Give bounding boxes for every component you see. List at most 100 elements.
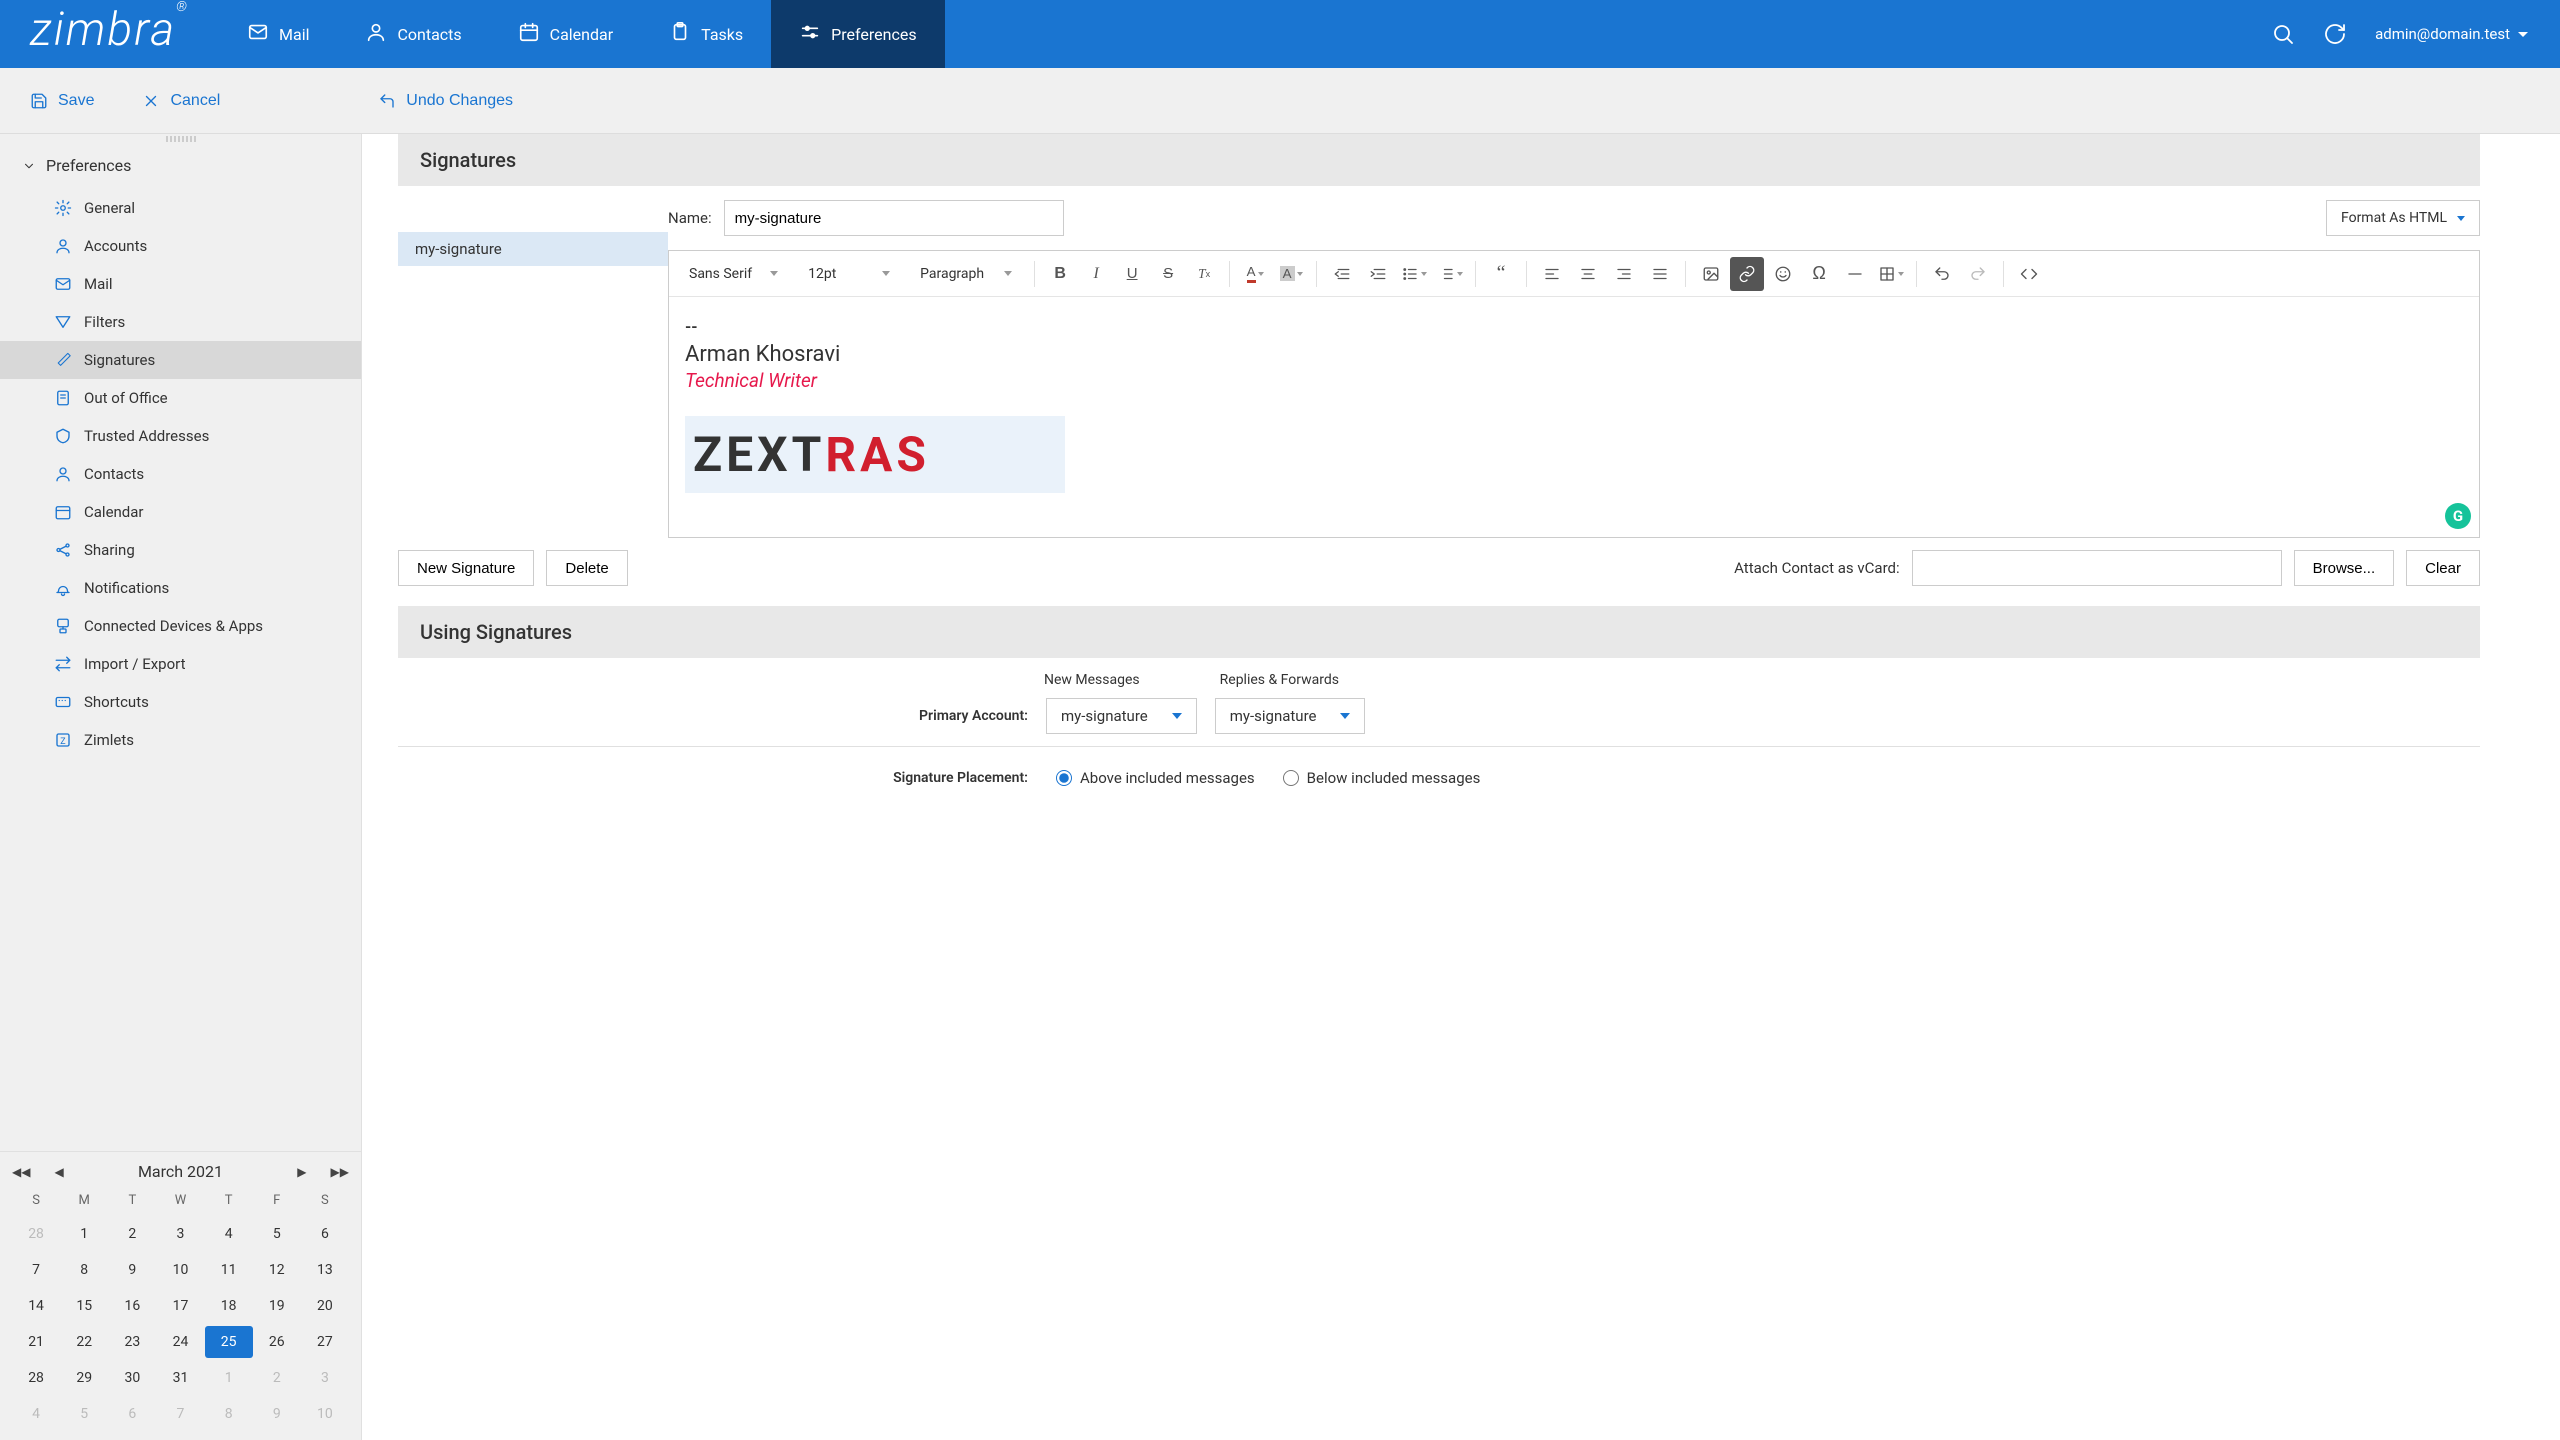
cal-day[interactable]: 28 [12,1218,60,1250]
editor-content[interactable]: -- Arman Khosravi Technical Writer ZEXTR… [669,297,2479,537]
cal-day[interactable]: 15 [60,1290,108,1322]
bullet-list-icon[interactable] [1397,257,1431,291]
horizontal-rule-icon[interactable] [1838,257,1872,291]
indent-increase-icon[interactable] [1361,257,1395,291]
cal-day[interactable]: 7 [12,1254,60,1286]
new-message-signature-select[interactable]: my-signature [1046,698,1197,734]
clear-button[interactable]: Clear [2406,550,2480,586]
new-signature-button[interactable]: New Signature [398,550,534,586]
cal-day[interactable]: 8 [205,1398,253,1430]
cal-day[interactable]: 30 [108,1362,156,1394]
text-color-icon[interactable]: A [1238,257,1272,291]
special-char-icon[interactable]: Ω [1802,257,1836,291]
cal-day[interactable]: 8 [60,1254,108,1286]
cal-day[interactable]: 18 [205,1290,253,1322]
cal-day[interactable]: 7 [156,1398,204,1430]
cal-next-year-icon[interactable]: ▶▶ [331,1165,349,1179]
cal-day[interactable]: 5 [253,1218,301,1250]
indent-decrease-icon[interactable] [1325,257,1359,291]
sidebar-item-import-export[interactable]: Import / Export [0,645,361,683]
cal-day[interactable]: 22 [60,1326,108,1358]
placement-above-radio[interactable]: Above included messages [1056,769,1255,787]
search-icon[interactable] [2271,22,2295,46]
cal-day[interactable]: 24 [156,1326,204,1358]
cal-day[interactable]: 16 [108,1290,156,1322]
cal-day[interactable]: 29 [60,1362,108,1394]
placement-below-radio[interactable]: Below included messages [1283,769,1481,787]
signature-name-input[interactable] [724,200,1064,236]
sidebar-item-signatures[interactable]: Signatures [0,341,361,379]
cal-day[interactable]: 17 [156,1290,204,1322]
refresh-icon[interactable] [2323,22,2347,46]
tab-preferences[interactable]: Preferences [771,0,944,68]
cal-day[interactable]: 3 [301,1362,349,1394]
cal-day[interactable]: 10 [156,1254,204,1286]
align-left-icon[interactable] [1535,257,1569,291]
sidebar-item-out-of-office[interactable]: Out of Office [0,379,361,417]
grammarly-icon[interactable]: G [2445,503,2471,529]
signature-list-item[interactable]: my-signature [398,232,668,266]
cal-day[interactable]: 13 [301,1254,349,1286]
sidebar-root-preferences[interactable]: Preferences [0,142,361,189]
italic-icon[interactable]: I [1079,257,1113,291]
reply-signature-select[interactable]: my-signature [1215,698,1366,734]
cal-day[interactable]: 6 [108,1398,156,1430]
sidebar-item-connected-devices-apps[interactable]: Connected Devices & Apps [0,607,361,645]
format-select[interactable]: Format As HTML [2326,200,2480,236]
undo-icon[interactable] [1925,257,1959,291]
highlight-color-icon[interactable]: A [1274,257,1308,291]
sidebar-item-trusted-addresses[interactable]: Trusted Addresses [0,417,361,455]
cal-day[interactable]: 26 [253,1326,301,1358]
align-right-icon[interactable] [1607,257,1641,291]
font-family-select[interactable]: Sans Serif [675,251,792,296]
sidebar-item-notifications[interactable]: Notifications [0,569,361,607]
cal-day[interactable]: 5 [60,1398,108,1430]
cal-day[interactable]: 21 [12,1326,60,1358]
cal-day[interactable]: 19 [253,1290,301,1322]
cal-day[interactable]: 2 [108,1218,156,1250]
save-button[interactable]: Save [30,92,94,110]
cal-day[interactable]: 9 [108,1254,156,1286]
cal-day[interactable]: 4 [205,1218,253,1250]
undo-changes-button[interactable]: Undo Changes [378,92,513,110]
strikethrough-icon[interactable]: S [1151,257,1185,291]
cal-day[interactable]: 4 [12,1398,60,1430]
tab-calendar[interactable]: Calendar [490,0,641,68]
sidebar-item-calendar[interactable]: Calendar [0,493,361,531]
sidebar-item-general[interactable]: General [0,189,361,227]
image-icon[interactable] [1694,257,1728,291]
sidebar-item-shortcuts[interactable]: Shortcuts [0,683,361,721]
align-justify-icon[interactable] [1643,257,1677,291]
clear-format-icon[interactable]: Tx [1187,257,1221,291]
table-icon[interactable] [1874,257,1908,291]
tab-contacts[interactable]: Contacts [337,0,489,68]
cal-day[interactable]: 20 [301,1290,349,1322]
cal-prev-year-icon[interactable]: ◀◀ [12,1165,30,1179]
cal-day[interactable]: 2 [253,1362,301,1394]
cal-day[interactable]: 23 [108,1326,156,1358]
code-view-icon[interactable] [2012,257,2046,291]
align-center-icon[interactable] [1571,257,1605,291]
user-menu[interactable]: admin@domain.test [2375,25,2528,43]
sidebar-item-mail[interactable]: Mail [0,265,361,303]
cal-day[interactable]: 3 [156,1218,204,1250]
tab-tasks[interactable]: Tasks [641,0,771,68]
browse-button[interactable]: Browse... [2294,550,2395,586]
cal-day[interactable]: 6 [301,1218,349,1250]
blockquote-icon[interactable]: “ [1484,257,1518,291]
font-size-select[interactable]: 12pt [794,251,904,296]
cal-next-month-icon[interactable]: ▶ [297,1165,306,1179]
link-icon[interactable] [1730,257,1764,291]
cal-day[interactable]: 27 [301,1326,349,1358]
cal-day[interactable]: 11 [205,1254,253,1286]
sidebar-item-accounts[interactable]: Accounts [0,227,361,265]
underline-icon[interactable]: U [1115,257,1149,291]
cal-day[interactable]: 28 [12,1362,60,1394]
cal-day[interactable]: 1 [205,1362,253,1394]
cal-day[interactable]: 31 [156,1362,204,1394]
cal-day[interactable]: 14 [12,1290,60,1322]
cal-prev-month-icon[interactable]: ◀ [54,1165,63,1179]
cal-day[interactable]: 12 [253,1254,301,1286]
emoji-icon[interactable] [1766,257,1800,291]
cal-day[interactable]: 1 [60,1218,108,1250]
